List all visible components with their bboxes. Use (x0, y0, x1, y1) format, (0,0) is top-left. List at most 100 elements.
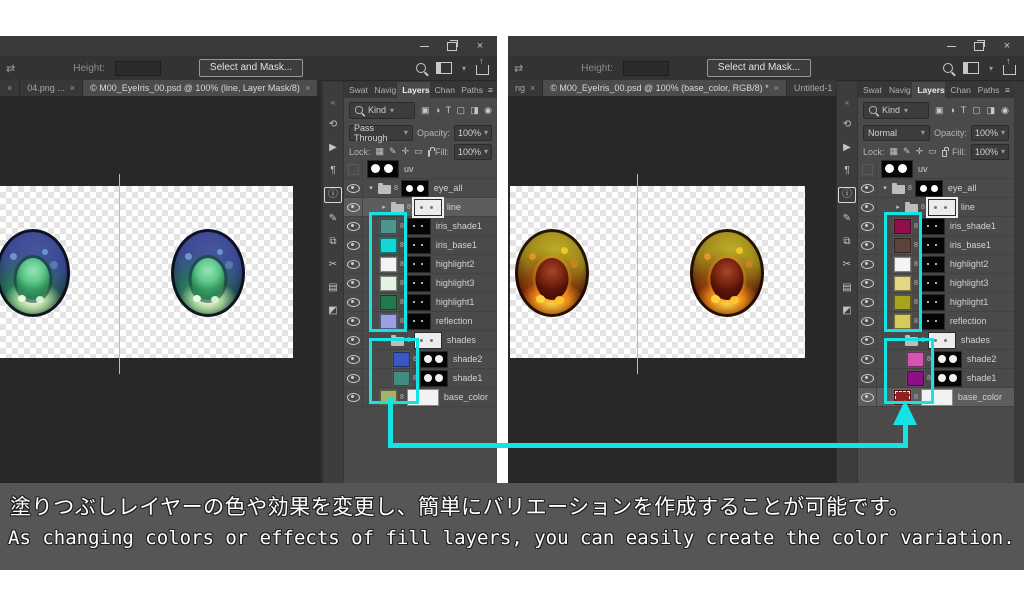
filter-kind-select[interactable]: Kind ▾ (863, 101, 929, 119)
chevron-down-icon[interactable]: ▾ (367, 184, 375, 192)
dock-actions-icon[interactable]: ▶ (839, 141, 855, 155)
minimize-button[interactable] (944, 39, 958, 53)
visibility-toggle[interactable] (344, 274, 363, 292)
filter-adjustment-icon[interactable]: ◑ (435, 105, 440, 115)
visibility-toggle[interactable] (858, 179, 877, 197)
filter-type-icon[interactable]: T (446, 105, 452, 115)
fill-value[interactable]: 100% ▾ (970, 143, 1009, 160)
lock-artboard-icon[interactable]: ▭ (414, 146, 423, 157)
filter-pixel-icon[interactable]: ▣ (421, 105, 430, 116)
visibility-toggle[interactable] (344, 369, 363, 387)
dock-adjustments-icon[interactable]: ◩ (839, 304, 855, 318)
dock-tool-presets-icon[interactable]: ✂ (325, 258, 341, 272)
layer-row-highlight1[interactable]: 8 highlight1 (344, 293, 497, 312)
select-and-mask-button[interactable]: Select and Mask... (706, 59, 812, 77)
layer-row-eye_all[interactable]: ▾ 8 eye_all (858, 179, 1014, 198)
visibility-toggle[interactable] (344, 198, 363, 216)
visibility-toggle[interactable] (858, 160, 877, 178)
visibility-toggle[interactable] (858, 217, 877, 235)
minimize-button[interactable] (417, 39, 431, 53)
select-and-mask-button[interactable]: Select and Mask... (198, 59, 304, 77)
layer-row-highlight3[interactable]: 8 highlight3 (344, 274, 497, 293)
filter-shape-icon[interactable]: ▢ (456, 105, 465, 116)
search-icon[interactable] (415, 63, 426, 73)
layer-row-shade2[interactable]: 8 shade2 (858, 350, 1014, 369)
tab-layers[interactable]: Layers (397, 82, 430, 98)
layer-row-base_color[interactable]: 8 base_color (858, 388, 1014, 407)
visibility-toggle[interactable] (858, 293, 877, 311)
dock-brush-settings-icon[interactable]: ✎ (325, 212, 341, 226)
lock-artboard-icon[interactable]: ▭ (928, 146, 937, 157)
document-tab-active[interactable]: © M00_EyeIris_00.psd @ 100% (line, Layer… (83, 80, 319, 96)
visibility-toggle[interactable] (858, 350, 877, 368)
lock-position-icon[interactable]: ✛ (402, 146, 410, 157)
tab-channels[interactable]: Chan (430, 82, 457, 98)
layer-row-reflection[interactable]: 8 reflection (858, 312, 1014, 331)
lock-position-icon[interactable]: ✛ (916, 146, 924, 157)
tab-close-icon[interactable]: × (305, 83, 310, 93)
close-button[interactable]: × (1000, 39, 1014, 53)
search-icon[interactable] (942, 63, 953, 73)
opacity-value[interactable]: 100% ▾ (970, 124, 1009, 141)
chevron-right-icon[interactable]: ▸ (380, 203, 388, 211)
layer-row-highlight1[interactable]: 8 highlight1 (858, 293, 1014, 312)
lock-all-icon[interactable] (941, 146, 950, 157)
dock-libraries-icon[interactable]: ▤ (325, 281, 341, 295)
filter-smartobject-icon[interactable]: ◨ (470, 105, 479, 116)
layer-row-shades[interactable]: ▾ 8 shades (858, 331, 1014, 350)
layer-row-shade1[interactable]: 8 shade1 (344, 369, 497, 388)
filter-adjustment-icon[interactable]: ◑ (949, 105, 954, 115)
tab-close-icon[interactable]: × (774, 83, 779, 93)
filter-latch-icon[interactable]: ◉ (1001, 105, 1009, 116)
canvas-area[interactable] (508, 96, 836, 483)
close-button[interactable]: × (473, 39, 487, 53)
tab-overflow-icon[interactable]: » (318, 80, 321, 96)
document-tab-04png[interactable]: 04.png ... × (20, 80, 84, 96)
visibility-toggle[interactable] (858, 388, 877, 406)
visibility-toggle[interactable] (858, 274, 877, 292)
dock-actions-icon[interactable]: ▶ (325, 141, 341, 155)
panel-menu-icon[interactable]: ≡ (484, 82, 497, 98)
layer-row-highlight3[interactable]: 8 highlight3 (858, 274, 1014, 293)
layer-row-iris_base1[interactable]: 8 iris_base1 (344, 236, 497, 255)
filter-shape-icon[interactable]: ▢ (972, 105, 981, 116)
chevron-right-icon[interactable]: ▸ (894, 203, 902, 211)
visibility-toggle[interactable] (344, 255, 363, 273)
layer-row-iris_shade1[interactable]: 8 iris_shade1 (858, 217, 1014, 236)
title-bar[interactable]: × (0, 36, 497, 56)
dock-character-icon[interactable]: ¶ (325, 164, 341, 178)
visibility-toggle[interactable] (344, 312, 363, 330)
layer-row-line[interactable]: ▸ 8 line (858, 198, 1014, 217)
lock-all-icon[interactable] (427, 146, 436, 157)
layer-row-base_color[interactable]: 8 base_color (344, 388, 497, 407)
visibility-toggle[interactable] (344, 388, 363, 406)
height-input[interactable] (622, 60, 669, 76)
dock-brush-settings-icon[interactable]: ✎ (839, 212, 855, 226)
layer-row-highlight2[interactable]: 8 highlight2 (344, 255, 497, 274)
dock-libraries-icon[interactable]: ▤ (839, 281, 855, 295)
dock-adjustments-icon[interactable]: ◩ (325, 304, 341, 318)
visibility-toggle[interactable] (344, 236, 363, 254)
chevron-down-icon[interactable]: ▾ (881, 184, 889, 192)
lock-transparency-icon[interactable]: ▦ (376, 146, 385, 157)
tab-close-icon[interactable]: × (7, 83, 12, 93)
collapse-panels-icon[interactable]: « (331, 98, 335, 107)
visibility-toggle[interactable] (858, 369, 877, 387)
lock-transparency-icon[interactable]: ▦ (890, 146, 899, 157)
blend-mode-select[interactable]: Pass Through ▾ (349, 123, 413, 143)
layer-row-iris_shade1[interactable]: 8 iris_shade1 (344, 217, 497, 236)
blend-mode-select[interactable]: Normal ▾ (863, 124, 930, 141)
dock-info-icon[interactable]: ⓘ (838, 187, 856, 203)
visibility-toggle[interactable] (858, 331, 877, 349)
tab-navigator[interactable]: Navig (884, 82, 912, 98)
tab-close-icon[interactable]: × (70, 83, 75, 93)
restore-button[interactable] (445, 39, 459, 53)
layer-row-uv[interactable]: uv (344, 160, 497, 179)
filter-pixel-icon[interactable]: ▣ (935, 105, 944, 116)
visibility-toggle[interactable] (344, 331, 363, 349)
collapse-panels-icon[interactable]: « (845, 98, 849, 107)
visibility-toggle[interactable] (344, 350, 363, 368)
visibility-toggle[interactable] (344, 160, 363, 178)
dock-tool-presets-icon[interactable]: ✂ (839, 258, 855, 272)
dock-info-icon[interactable]: ⓘ (324, 187, 342, 203)
